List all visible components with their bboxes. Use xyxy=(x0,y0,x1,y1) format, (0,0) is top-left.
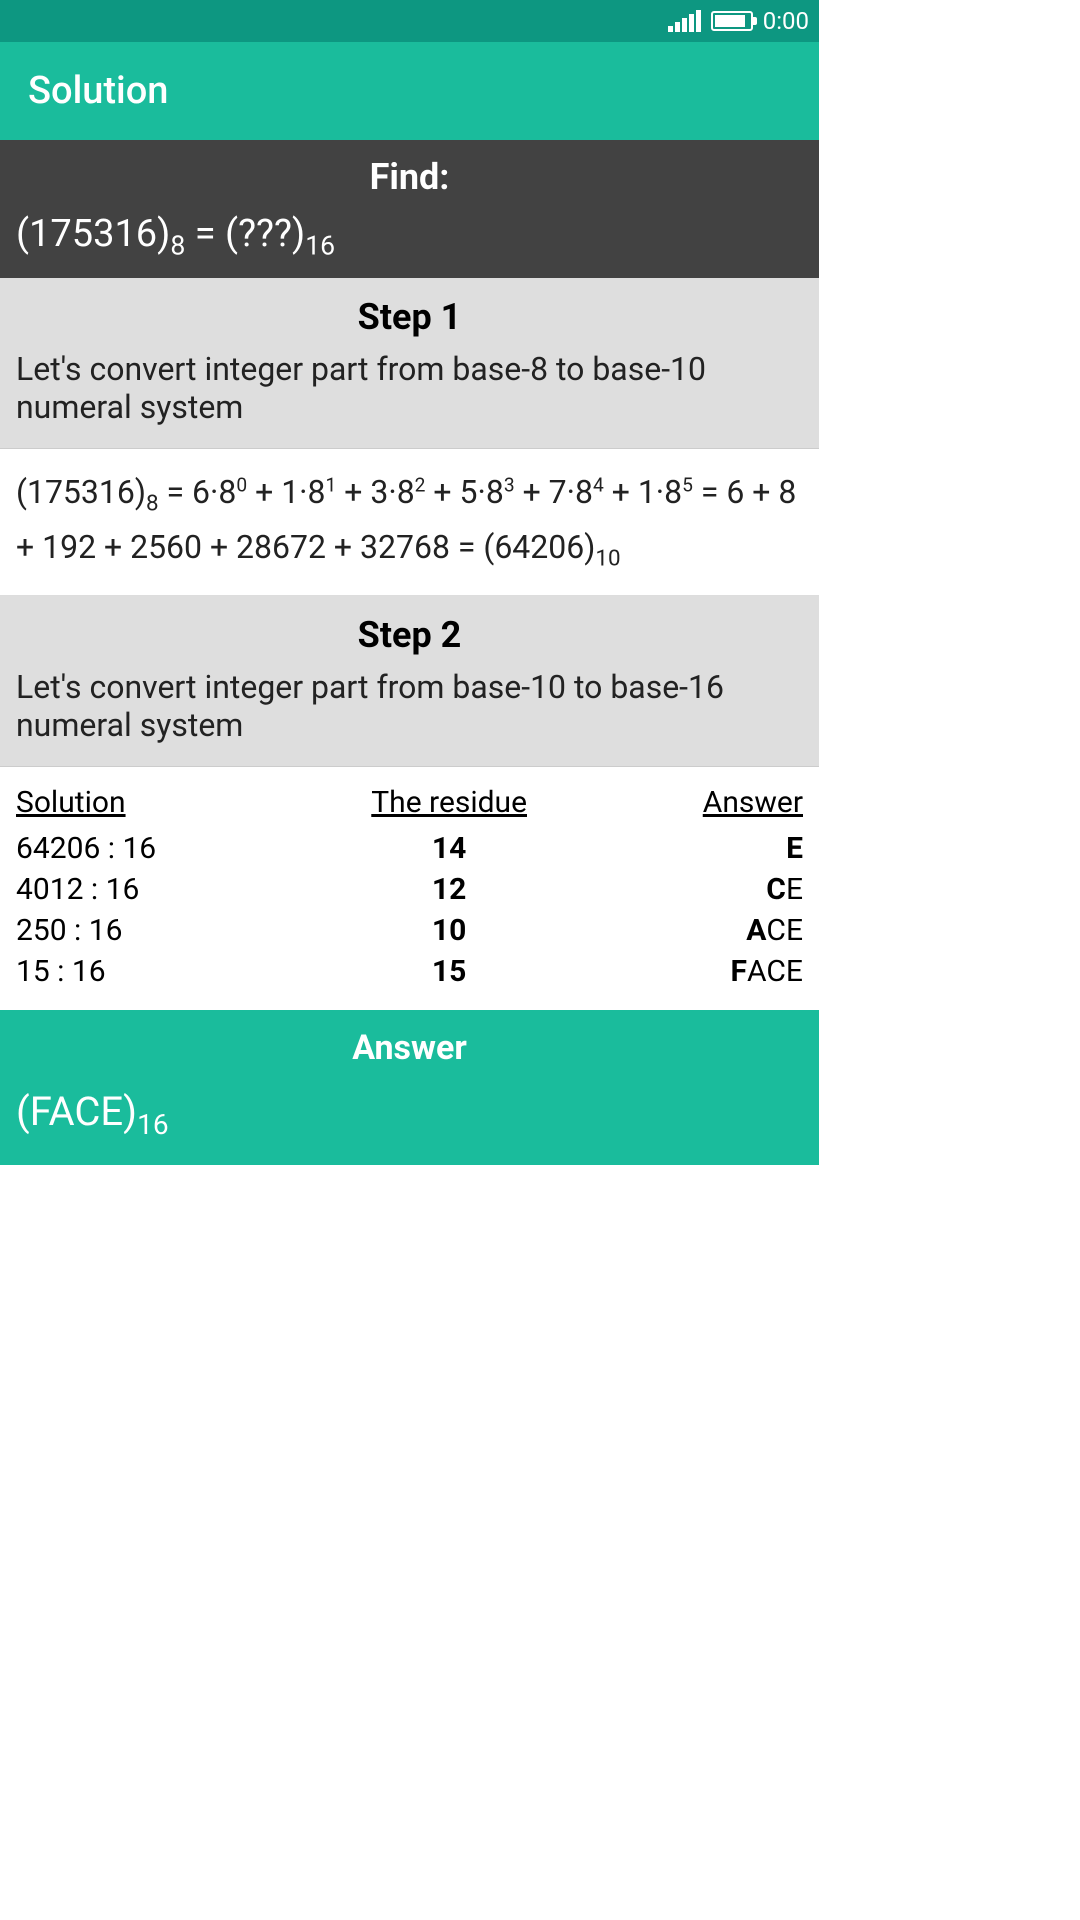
answer-expression: (FACE)16 xyxy=(16,1088,803,1141)
table-row: 64206 : 1614E xyxy=(16,828,803,869)
step2-table-block: Solution The residue Answer 64206 : 1614… xyxy=(0,767,819,1010)
col-answer: Answer xyxy=(604,785,803,828)
step1-header: Step 1 Let's convert integer part from b… xyxy=(0,278,819,449)
status-time: 0:00 xyxy=(763,7,809,35)
step2-title: Step 2 xyxy=(16,614,803,656)
signal-icon xyxy=(668,10,701,32)
step1-desc: Let's convert integer part from base-8 t… xyxy=(16,350,803,426)
find-block: Find: (175316)8 = (???)16 xyxy=(0,140,819,278)
table-row: 15 : 1615FACE xyxy=(16,951,803,992)
table-row: 4012 : 1612CE xyxy=(16,869,803,910)
table-row: 250 : 1610ACE xyxy=(16,910,803,951)
find-label: Find: xyxy=(16,156,803,198)
division-table: Solution The residue Answer 64206 : 1614… xyxy=(16,785,803,992)
app-bar: Solution xyxy=(0,42,819,140)
step1-body: (175316)8 = 6·80 + 1·81 + 3·82 + 5·83 + … xyxy=(0,449,819,596)
content-scroll[interactable]: Find: (175316)8 = (???)16 Step 1 Let's c… xyxy=(0,140,819,1456)
battery-icon xyxy=(711,11,753,31)
col-solution: Solution xyxy=(16,785,294,828)
page-title: Solution xyxy=(28,69,168,113)
find-expression: (175316)8 = (???)16 xyxy=(16,212,803,262)
step1-title: Step 1 xyxy=(16,296,803,338)
status-bar: 0:00 xyxy=(0,0,819,42)
step2-desc: Let's convert integer part from base-10 … xyxy=(16,668,803,744)
answer-label: Answer xyxy=(16,1028,803,1068)
col-residue: The residue xyxy=(294,785,603,828)
answer-block: Answer (FACE)16 xyxy=(0,1010,819,1165)
step2-header: Step 2 Let's convert integer part from b… xyxy=(0,596,819,767)
